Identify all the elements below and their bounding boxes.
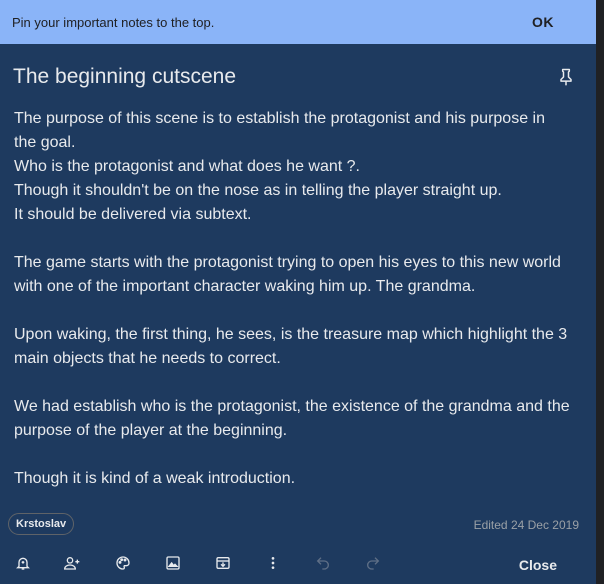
note-toolbar: Close <box>0 550 596 578</box>
app-frame: Pin your important notes to the top. OK … <box>0 0 604 584</box>
note-line: Who is the protagonist and what does he … <box>14 158 360 175</box>
note-body[interactable]: The purpose of this scene is to establis… <box>14 107 582 515</box>
note-line: The game starts with the protagonist try… <box>14 254 561 271</box>
image-icon[interactable] <box>164 554 182 572</box>
note-paragraph: The purpose of this scene is to establis… <box>14 107 582 227</box>
note-line: We had establish who is the protagonist,… <box>14 398 570 415</box>
edited-timestamp: Edited 24 Dec 2019 <box>473 518 579 532</box>
banner-ok-button[interactable]: OK <box>532 14 554 30</box>
reminder-icon[interactable] <box>14 554 32 572</box>
note-line: main objects that he needs to correct. <box>14 350 281 367</box>
note-paragraph: We had establish who is the protagonist,… <box>14 395 582 443</box>
note-line: Upon waking, the first thing, he sees, i… <box>14 326 568 343</box>
note-line: It should be delivered via subtext. <box>14 206 252 223</box>
palette-icon[interactable] <box>114 554 132 572</box>
archive-icon[interactable] <box>214 554 232 572</box>
close-button[interactable]: Close <box>519 557 557 573</box>
note-paragraph: The game starts with the protagonist try… <box>14 251 582 299</box>
redo-icon[interactable] <box>364 554 382 572</box>
pin-tip-banner: Pin your important notes to the top. OK <box>0 0 596 44</box>
note-title-row: The beginning cutscene <box>13 62 576 92</box>
note-paragraph: Upon waking, the first thing, he sees, i… <box>14 323 582 371</box>
note-line: Though it is kind of a weak introduction… <box>14 470 296 487</box>
note-line: The purpose of this scene is to establis… <box>14 110 545 127</box>
banner-text: Pin your important notes to the top. <box>12 14 215 30</box>
pin-icon[interactable] <box>556 67 576 87</box>
collaborator-icon[interactable] <box>63 554 81 572</box>
undo-icon[interactable] <box>314 554 332 572</box>
note-title[interactable]: The beginning cutscene <box>13 65 556 89</box>
note-line: the goal. <box>14 134 76 151</box>
note-line: with one of the important character waki… <box>14 278 476 295</box>
note-line: Though it shouldn't be on the nose as in… <box>14 182 502 199</box>
note-editor: The beginning cutscene The purpose of th… <box>0 44 596 584</box>
note-paragraph: Though it is kind of a weak introduction… <box>14 467 582 491</box>
label-chip[interactable]: Krstoslav <box>8 513 75 535</box>
note-line: purpose of the player at the beginning. <box>14 422 288 439</box>
background-strip <box>596 0 604 584</box>
more-icon[interactable] <box>264 554 282 572</box>
